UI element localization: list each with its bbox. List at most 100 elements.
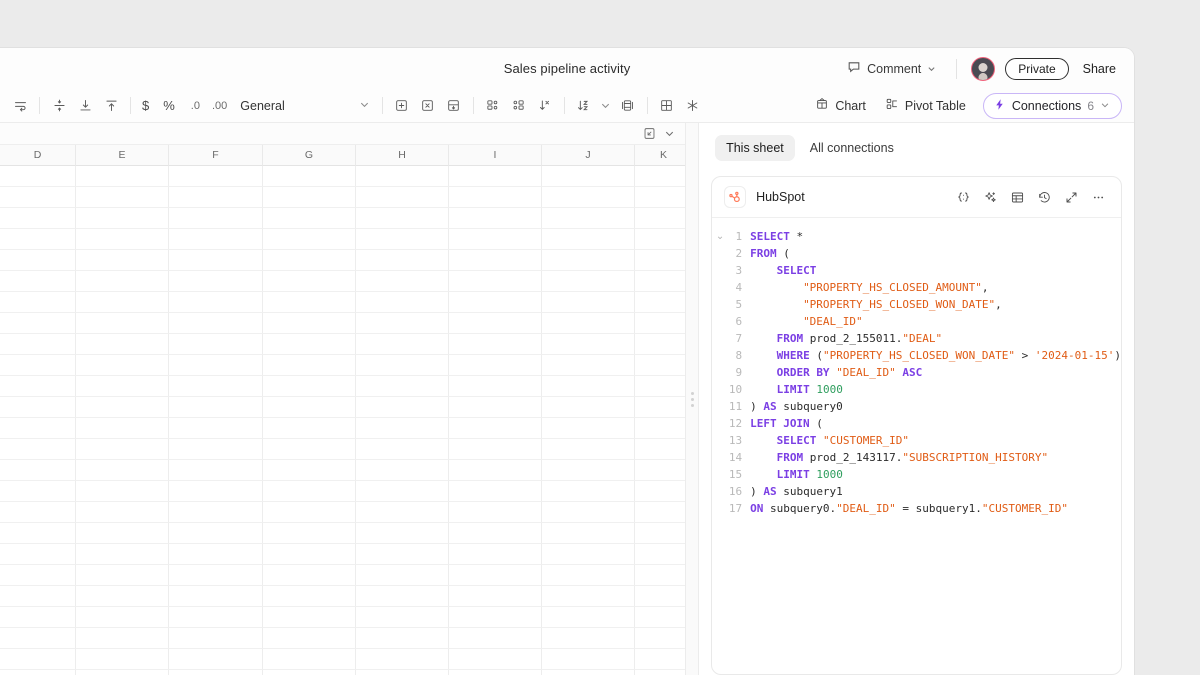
align-top-icon[interactable] [99, 94, 123, 118]
grid-cell[interactable] [635, 439, 686, 460]
column-header-i[interactable]: I [449, 145, 542, 166]
grid-cell[interactable] [542, 586, 635, 607]
grid-cell[interactable] [76, 355, 169, 376]
grid-cell[interactable] [263, 208, 356, 229]
grid-cell[interactable] [542, 481, 635, 502]
grid-cell[interactable] [542, 208, 635, 229]
grid-cell[interactable] [169, 544, 263, 565]
grid-cell[interactable] [263, 481, 356, 502]
grid-cell[interactable] [76, 628, 169, 649]
grid-cell[interactable] [449, 460, 542, 481]
grid-cell[interactable] [635, 418, 686, 439]
grid-cell[interactable] [542, 397, 635, 418]
grid-cell[interactable] [542, 271, 635, 292]
grid-cell[interactable] [169, 628, 263, 649]
grid-cell[interactable] [542, 355, 635, 376]
text-wrap-icon[interactable] [8, 94, 32, 118]
grid-cell[interactable] [0, 166, 76, 187]
grid-cell[interactable] [449, 292, 542, 313]
grid-cell[interactable] [76, 334, 169, 355]
grid-cell[interactable] [449, 544, 542, 565]
grid-cell[interactable] [76, 166, 169, 187]
sort-caret-icon[interactable] [598, 94, 614, 118]
grid-cell[interactable] [263, 229, 356, 250]
privacy-button[interactable]: Private [1005, 57, 1069, 80]
grid-cell[interactable] [542, 313, 635, 334]
grid-cell[interactable] [263, 523, 356, 544]
grid-cell[interactable] [76, 313, 169, 334]
grid-cell[interactable] [542, 292, 635, 313]
grid-cell[interactable] [169, 460, 263, 481]
grid-cell[interactable] [542, 418, 635, 439]
grid-cell[interactable] [542, 166, 635, 187]
grid-cell[interactable] [76, 586, 169, 607]
grid-cell[interactable] [449, 481, 542, 502]
grid-cell[interactable] [0, 544, 76, 565]
avatar[interactable] [971, 56, 996, 81]
grid-cell[interactable] [635, 187, 686, 208]
grid-cell[interactable] [449, 313, 542, 334]
grid-cell[interactable] [263, 376, 356, 397]
grid-cell[interactable] [169, 565, 263, 586]
grid-cell[interactable] [356, 166, 449, 187]
grid-cell[interactable] [169, 397, 263, 418]
grid-cell[interactable] [542, 607, 635, 628]
fold-chevron-icon[interactable]: ⌄ [712, 228, 728, 245]
grid-cell[interactable] [449, 502, 542, 523]
grid-cell[interactable] [169, 292, 263, 313]
column-header-e[interactable]: E [76, 145, 169, 166]
grid-cell[interactable] [169, 607, 263, 628]
grid-cell[interactable] [0, 229, 76, 250]
grid-cell[interactable] [449, 397, 542, 418]
variables-icon[interactable] [952, 186, 974, 208]
percent-format-button[interactable]: % [159, 98, 179, 113]
grid-cell[interactable] [76, 208, 169, 229]
grid-cell[interactable] [263, 460, 356, 481]
grid-cell[interactable] [635, 334, 686, 355]
ai-sparkle-icon[interactable] [979, 186, 1001, 208]
grid-cell[interactable] [635, 544, 686, 565]
grid-cell[interactable] [169, 334, 263, 355]
grid-cell[interactable] [542, 334, 635, 355]
decrease-decimal-button[interactable]: .0 [187, 100, 204, 112]
grid-cell[interactable] [542, 502, 635, 523]
grid-cell[interactable] [169, 229, 263, 250]
grid-cell[interactable] [76, 250, 169, 271]
grid-cell[interactable] [0, 208, 76, 229]
comment-button[interactable]: Comment [841, 56, 942, 81]
grid-cell[interactable] [635, 481, 686, 502]
grid-cell[interactable] [635, 523, 686, 544]
grid-cell[interactable] [0, 502, 76, 523]
grid-cell[interactable] [0, 523, 76, 544]
grid-cell[interactable] [449, 523, 542, 544]
grid-cell[interactable] [263, 418, 356, 439]
grid-cell[interactable] [356, 523, 449, 544]
grid-cell[interactable] [169, 586, 263, 607]
grid-cell[interactable] [635, 229, 686, 250]
grid-cell[interactable] [76, 187, 169, 208]
chevron-down-icon[interactable] [661, 126, 677, 142]
grid-cell[interactable] [169, 166, 263, 187]
grid-cell[interactable] [449, 607, 542, 628]
grid-cell[interactable] [635, 670, 686, 675]
grid-cell[interactable] [169, 187, 263, 208]
grid-cell[interactable] [76, 481, 169, 502]
sort-custom-icon[interactable] [533, 94, 557, 118]
grid-cell[interactable] [356, 187, 449, 208]
grid-cell[interactable] [542, 544, 635, 565]
grid-cell[interactable] [356, 670, 449, 675]
grid-cell[interactable] [635, 586, 686, 607]
grid-cell[interactable] [169, 271, 263, 292]
grid-cell[interactable] [635, 292, 686, 313]
grid-cell[interactable] [542, 439, 635, 460]
grid-cell[interactable] [76, 523, 169, 544]
grid-cell[interactable] [0, 460, 76, 481]
share-button[interactable]: Share [1079, 58, 1120, 80]
grid-cell[interactable] [263, 313, 356, 334]
grid-cell[interactable] [169, 523, 263, 544]
grid-cell[interactable] [76, 439, 169, 460]
grid-cell[interactable] [449, 187, 542, 208]
grid-cell[interactable] [356, 208, 449, 229]
grid-cell[interactable] [635, 313, 686, 334]
chart-button[interactable]: Chart [807, 93, 874, 118]
